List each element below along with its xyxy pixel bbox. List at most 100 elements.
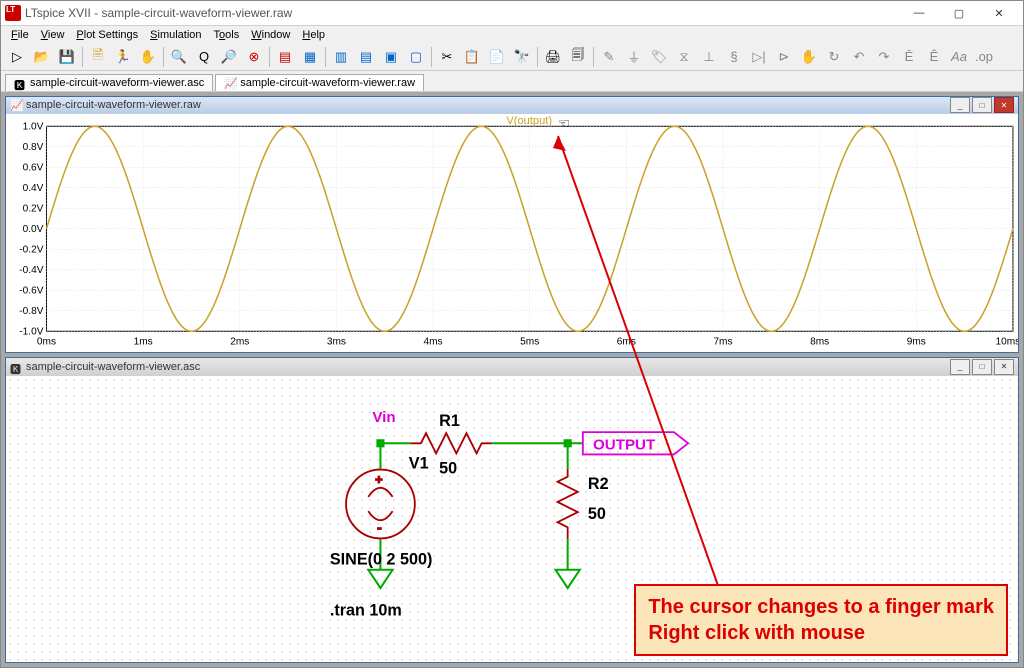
pick-visible-traces-button[interactable]: ▦ bbox=[298, 45, 322, 69]
tab-label: sample-circuit-waveform-viewer.asc bbox=[30, 77, 204, 89]
r2-value[interactable]: 50 bbox=[588, 505, 606, 523]
setup-button[interactable]: 🗐 bbox=[566, 45, 590, 69]
new-schematic-button[interactable]: ▷ bbox=[5, 45, 29, 69]
svg-text:+: + bbox=[375, 472, 382, 486]
schematic-title-bar[interactable]: 🅺 sample-circuit-waveform-viewer.asc _ □… bbox=[6, 358, 1018, 376]
maximize-button[interactable]: ▢ bbox=[939, 1, 979, 25]
run-button[interactable]: 🏃 bbox=[111, 45, 135, 69]
waveform-title-bar[interactable]: 📈 sample-circuit-waveform-viewer.raw _ □… bbox=[6, 97, 1018, 114]
label-net-button[interactable]: 🏷 bbox=[647, 45, 671, 69]
menu-window[interactable]: Window bbox=[245, 27, 296, 43]
pan-button[interactable]: Q bbox=[192, 45, 216, 69]
tile-vert-button[interactable]: ▤ bbox=[354, 45, 378, 69]
svg-text:1ms: 1ms bbox=[134, 336, 153, 347]
open-button[interactable]: 📂 bbox=[30, 45, 54, 69]
tran-directive[interactable]: .tran 10m bbox=[330, 601, 402, 619]
schematic-canvas[interactable]: + - V1 SINE(0 2 500) R1 50 bbox=[6, 376, 1018, 662]
svg-text:-0.8V: -0.8V bbox=[19, 306, 43, 317]
r1-value[interactable]: 50 bbox=[439, 459, 457, 477]
save-button[interactable]: 💾 bbox=[55, 45, 79, 69]
undo-button[interactable]: ↶ bbox=[847, 45, 871, 69]
svg-text:0.4V: 0.4V bbox=[23, 183, 44, 194]
print-button[interactable]: 🖨 bbox=[541, 45, 565, 69]
child-maximize-button[interactable]: □ bbox=[972, 97, 992, 113]
capacitor-button[interactable]: ⊥ bbox=[697, 45, 721, 69]
svg-text:10ms: 10ms bbox=[996, 336, 1018, 347]
close-all-button[interactable]: ▢ bbox=[404, 45, 428, 69]
menu-tools[interactable]: Tools bbox=[208, 27, 246, 43]
title-bar: LTspice XVII - sample-circuit-waveform-v… bbox=[1, 1, 1023, 26]
schematic-window: 🅺 sample-circuit-waveform-viewer.asc _ □… bbox=[5, 357, 1019, 663]
vin-label[interactable]: Vin bbox=[372, 409, 395, 426]
svg-text:0ms: 0ms bbox=[37, 336, 56, 347]
svg-text:5ms: 5ms bbox=[520, 336, 539, 347]
svg-text:0.0V: 0.0V bbox=[23, 224, 44, 235]
spice-directive-button[interactable]: .op bbox=[972, 45, 996, 69]
symbol-button[interactable]: 🗎 bbox=[86, 45, 110, 69]
svg-text:3ms: 3ms bbox=[327, 336, 346, 347]
schematic-icon: 🅺 bbox=[10, 361, 22, 373]
mirror-button[interactable]: Ê bbox=[922, 45, 946, 69]
svg-text:1.0V: 1.0V bbox=[23, 121, 44, 132]
drag-button[interactable]: ↻ bbox=[822, 45, 846, 69]
trace-label[interactable]: V(output) bbox=[506, 115, 552, 127]
cascade-button[interactable]: ▣ bbox=[379, 45, 403, 69]
zoom-in-button[interactable]: 🔍 bbox=[167, 45, 191, 69]
waveform-icon: 📈 bbox=[10, 99, 22, 111]
halt-button[interactable]: ✋ bbox=[136, 45, 160, 69]
menu-simulation[interactable]: Simulation bbox=[144, 27, 207, 43]
diode-button[interactable]: ▷| bbox=[747, 45, 771, 69]
inductor-button[interactable]: § bbox=[722, 45, 746, 69]
app-icon bbox=[5, 5, 21, 21]
find-button[interactable]: 🔭 bbox=[510, 45, 534, 69]
copy-button[interactable]: 📋 bbox=[460, 45, 484, 69]
paste-button[interactable]: 📄 bbox=[485, 45, 509, 69]
cut-button[interactable]: ✂ bbox=[435, 45, 459, 69]
mdi-area: 📈 sample-circuit-waveform-viewer.raw _ □… bbox=[1, 92, 1023, 667]
menu-bar: File View Plot Settings Simulation Tools… bbox=[1, 26, 1023, 44]
document-tabs: 🅺 sample-circuit-waveform-viewer.asc 📈 s… bbox=[1, 71, 1023, 92]
svg-text:-0.2V: -0.2V bbox=[19, 244, 43, 255]
tile-horiz-button[interactable]: ▥ bbox=[329, 45, 353, 69]
v1-name[interactable]: V1 bbox=[409, 454, 429, 472]
child-maximize-button[interactable]: □ bbox=[972, 359, 992, 375]
component-button[interactable]: ⊳ bbox=[772, 45, 796, 69]
menu-file[interactable]: File bbox=[5, 27, 35, 43]
waveform-plot[interactable]: 1.0V0.8V0.6V 0.4V0.2V0.0V -0.2V-0.4V-0.6… bbox=[6, 114, 1018, 352]
menu-plot-settings[interactable]: Plot Settings bbox=[70, 27, 144, 43]
child-minimize-button[interactable]: _ bbox=[950, 97, 970, 113]
tab-schematic[interactable]: 🅺 sample-circuit-waveform-viewer.asc bbox=[5, 74, 213, 91]
menu-help[interactable]: Help bbox=[296, 27, 331, 43]
svg-text:☜: ☜ bbox=[558, 116, 571, 132]
child-close-button[interactable]: ✕ bbox=[994, 97, 1014, 113]
child-close-button[interactable]: ✕ bbox=[994, 359, 1014, 375]
annotation-line2: Right click with mouse bbox=[648, 620, 994, 646]
svg-text:6ms: 6ms bbox=[617, 336, 636, 347]
text-button[interactable]: Aa bbox=[947, 45, 971, 69]
r2-name[interactable]: R2 bbox=[588, 474, 609, 492]
tab-waveform[interactable]: 📈 sample-circuit-waveform-viewer.raw bbox=[215, 74, 424, 91]
zoom-extents-button[interactable]: ⊗ bbox=[242, 45, 266, 69]
redo-button[interactable]: ↷ bbox=[872, 45, 896, 69]
waveform-window: 📈 sample-circuit-waveform-viewer.raw _ □… bbox=[5, 96, 1019, 353]
svg-text:8ms: 8ms bbox=[810, 336, 829, 347]
schematic-file-icon: 🅺 bbox=[14, 77, 26, 89]
close-button[interactable]: ✕ bbox=[979, 1, 1019, 25]
move-button[interactable]: ✋ bbox=[797, 45, 821, 69]
output-label[interactable]: OUTPUT bbox=[593, 436, 656, 453]
resistor-button[interactable]: ⧖ bbox=[672, 45, 696, 69]
child-minimize-button[interactable]: _ bbox=[950, 359, 970, 375]
minimize-button[interactable]: — bbox=[899, 1, 939, 25]
rotate-button[interactable]: Ē bbox=[897, 45, 921, 69]
svg-text:0.8V: 0.8V bbox=[23, 142, 44, 153]
zoom-out-button[interactable]: 🔎 bbox=[217, 45, 241, 69]
annotation-callout: The cursor changes to a finger mark Righ… bbox=[634, 584, 1008, 656]
v1-value[interactable]: SINE(0 2 500) bbox=[330, 550, 433, 568]
r1-name[interactable]: R1 bbox=[439, 412, 460, 430]
draw-wire-button[interactable]: ✎ bbox=[597, 45, 621, 69]
svg-text:9ms: 9ms bbox=[907, 336, 926, 347]
svg-text:2ms: 2ms bbox=[230, 336, 249, 347]
ground-button[interactable]: ⏚ bbox=[622, 45, 646, 69]
autorange-button[interactable]: ▤ bbox=[273, 45, 297, 69]
menu-view[interactable]: View bbox=[35, 27, 71, 43]
